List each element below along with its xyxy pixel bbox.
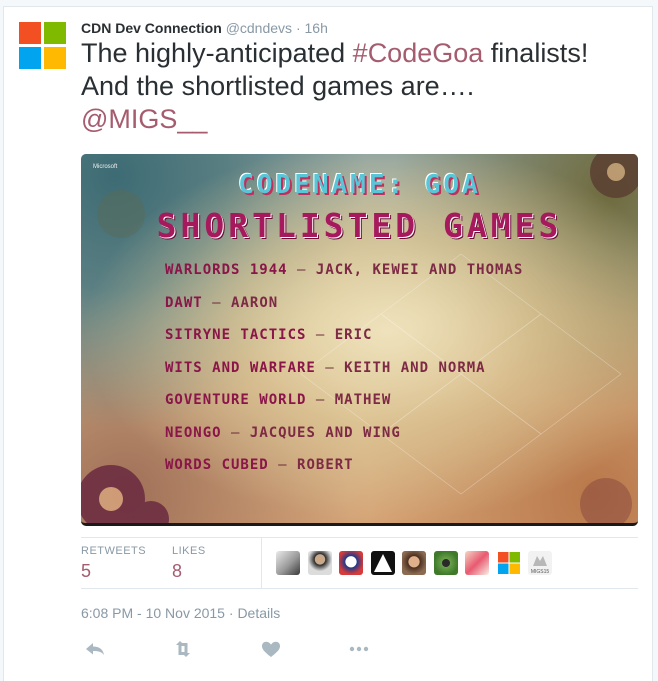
tweet-stats: RETWEETS 5 LIKES 8 MIGS15 [81, 537, 638, 589]
logo-yellow-square [44, 47, 66, 69]
stats-divider [261, 538, 262, 588]
author-handle[interactable]: @cdndevs [226, 20, 292, 36]
user-avatar-6[interactable] [434, 551, 458, 575]
shortlist-item: DAWT – AARON [165, 294, 279, 311]
more-icon[interactable] [347, 637, 371, 661]
retweets-count: 5 [81, 561, 92, 581]
migs-logo-icon: MIGS15 [531, 556, 550, 575]
tweet-line-2: And the shortlisted games are…. [81, 71, 475, 101]
microsoft-avatar[interactable] [497, 551, 521, 575]
shortlist-item: NEONGO – JACQUES AND WING [165, 424, 401, 441]
shortlist: WARLORDS 1944 – JACK, KEWEI AND THOMAS D… [165, 260, 523, 488]
logo-blue-square [19, 47, 41, 69]
tweet-text-part2: finalists! [483, 38, 589, 68]
media-title-line1: CODENAME: GOA [238, 170, 481, 200]
relative-time[interactable]: 16h [305, 20, 328, 36]
user-avatar-4[interactable] [371, 551, 395, 575]
tweet-media-image[interactable]: Microsoft CODENAME: GOA SHORTLISTED GAME… [81, 154, 638, 526]
retweet-icon[interactable] [171, 637, 195, 661]
shortlist-item: WARLORDS 1944 – JACK, KEWEI AND THOMAS [165, 262, 524, 278]
logo-green-square [44, 22, 66, 44]
details-link[interactable]: Details [237, 605, 280, 621]
user-avatar-7[interactable] [465, 551, 489, 575]
tweet-timestamp: 6:08 PM - 10 Nov 2015 [81, 605, 225, 621]
shortlist-item: WITS AND WARFARE – KEITH AND NORMA [165, 359, 486, 376]
likes-stat[interactable]: LIKES 8 [172, 545, 206, 582]
author-name[interactable]: CDN Dev Connection [81, 20, 222, 36]
shortlist-item: GOVENTURE WORLD – MATHEW [165, 392, 392, 408]
logo-red-square [19, 22, 41, 44]
shortlist-item: SITRYNE TACTICS – ERIC [165, 327, 373, 343]
tweet-text-part1: The highly-anticipated [81, 38, 353, 68]
microsoft-logo-icon [498, 552, 520, 574]
user-avatar-3[interactable] [339, 551, 363, 575]
like-icon[interactable] [259, 637, 283, 661]
migs-avatar[interactable]: MIGS15 [528, 551, 552, 575]
mention-link[interactable]: @MIGS__ [81, 104, 207, 134]
author-avatar[interactable] [19, 22, 67, 70]
header-separator: · [295, 20, 301, 36]
media-title-line2: SHORTLISTED GAMES [156, 206, 563, 245]
shortlist-item: WORDS CUBED – ROBERT [165, 457, 354, 473]
gear-icon-bottom-left [81, 465, 169, 523]
likes-label: LIKES [172, 545, 206, 557]
tweet-line-1: The highly-anticipated #CodeGoa finalist… [81, 37, 641, 70]
meta-separator: · [228, 605, 234, 621]
migs-logo-text: MIGS15 [531, 569, 550, 575]
hashtag-link[interactable]: #CodeGoa [353, 38, 484, 68]
user-avatar-2[interactable] [308, 551, 332, 575]
likes-count: 8 [172, 561, 183, 581]
gear-icon-bottom-right [580, 478, 632, 523]
tweet-text: The highly-anticipated #CodeGoa finalist… [81, 37, 641, 136]
user-avatar-5[interactable] [402, 551, 426, 575]
reply-icon[interactable] [83, 637, 107, 661]
tweet-meta: 6:08 PM - 10 Nov 2015 · Details [81, 605, 280, 621]
tweet-card: CDN Dev Connection @cdndevs · 16h The hi… [3, 6, 653, 681]
tweet-actions [81, 637, 381, 661]
triangle-logo-icon [374, 554, 392, 572]
tweet-header: CDN Dev Connection @cdndevs · 16h [81, 20, 328, 36]
retweets-stat[interactable]: RETWEETS 5 [81, 545, 146, 582]
retweets-label: RETWEETS [81, 545, 147, 557]
user-avatar-1[interactable] [276, 551, 300, 575]
